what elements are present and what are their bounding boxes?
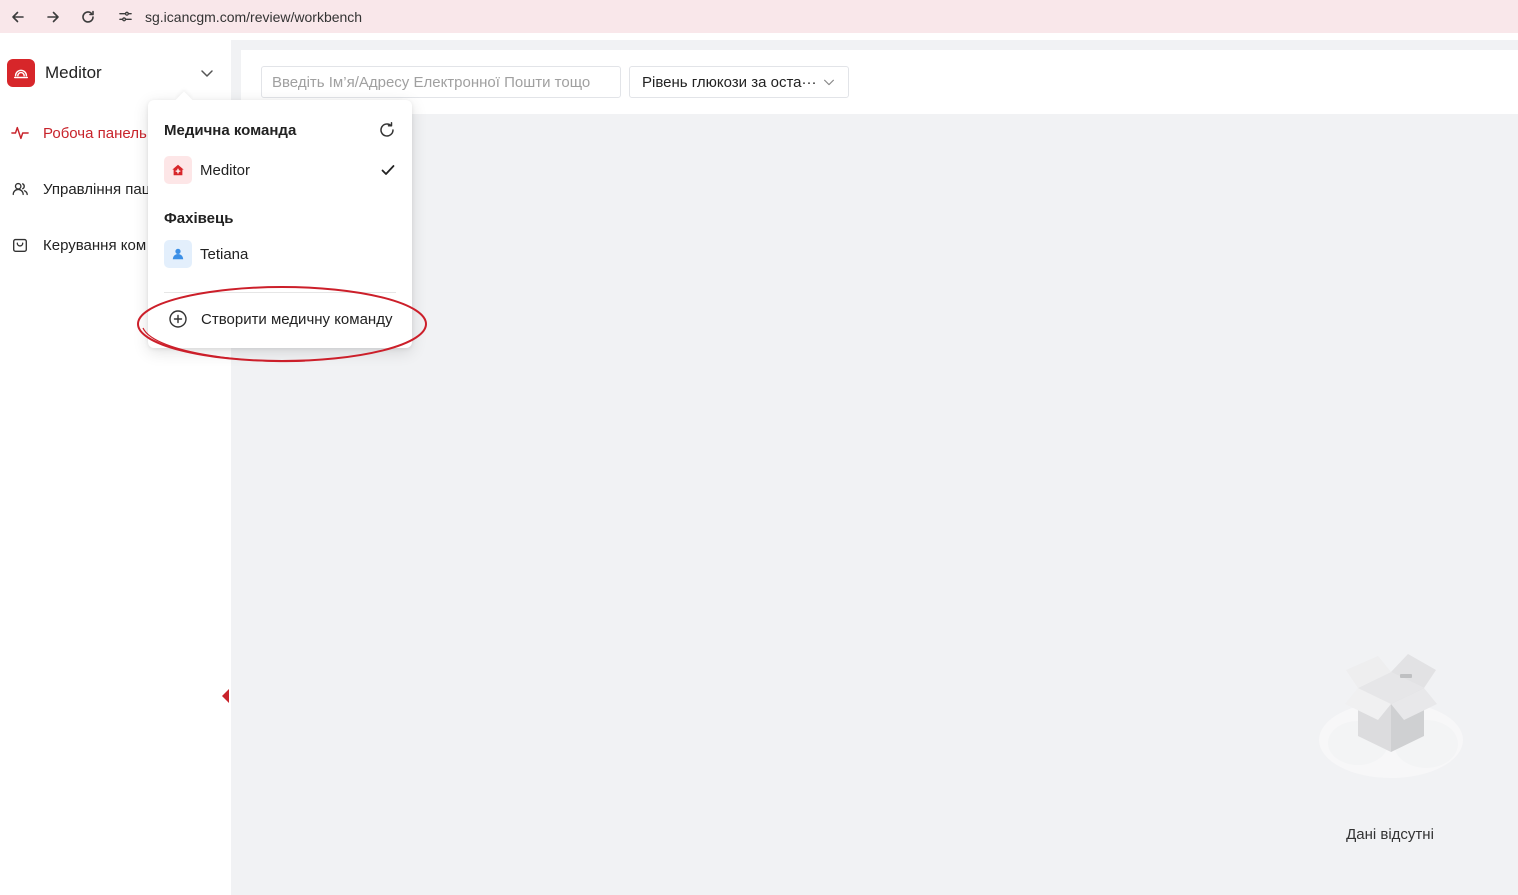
sidebar-item-label: Керування ком: [43, 236, 147, 254]
empty-box-icon: [1319, 654, 1463, 778]
browser-toolbar: sg.icancgm.com/review/workbench: [0, 0, 1518, 33]
glucose-level-select[interactable]: Рівень глюкози за оста···: [629, 66, 849, 98]
forward-button[interactable]: [35, 0, 70, 33]
address-bar[interactable]: sg.icancgm.com/review/workbench: [113, 3, 362, 31]
select-value: Рівень глюкози за оста···: [642, 73, 817, 91]
user-icon: [164, 240, 192, 268]
chevron-down-icon[interactable]: [199, 65, 215, 81]
medical-team-heading: Медична команда: [164, 122, 297, 139]
specialist-option-tetiana[interactable]: Tetiana: [164, 240, 396, 268]
users-icon: [10, 179, 30, 199]
specialist-heading: Фахівець: [164, 210, 234, 227]
pulse-icon: [10, 123, 30, 143]
check-icon: [381, 165, 395, 175]
hospital-icon: [164, 156, 192, 184]
back-button[interactable]: [0, 0, 35, 33]
filter-toolbar: Рівень глюкози за оста···: [241, 50, 1518, 114]
search-input[interactable]: [261, 66, 621, 98]
empty-state-label: Дані відсутні: [1346, 826, 1434, 843]
team-switcher[interactable]: Meditor: [7, 58, 222, 88]
specialist-option-label: Tetiana: [200, 245, 249, 263]
annotation-ellipse: [137, 286, 427, 363]
refresh-icon[interactable]: [378, 121, 396, 139]
sidebar-item-label: Управління пац: [43, 180, 151, 198]
tune-icon[interactable]: [115, 7, 135, 27]
brand-name: Meditor: [45, 63, 102, 82]
bag-icon: [10, 235, 30, 255]
reload-button[interactable]: [70, 0, 105, 33]
sidebar-item-label: Робоча панель: [43, 124, 147, 142]
reload-icon: [81, 10, 94, 23]
arrow-left-icon: [11, 11, 24, 22]
arrow-right-icon: [46, 11, 59, 22]
team-option-label: Meditor: [200, 161, 251, 179]
team-option-meditor[interactable]: Meditor: [164, 156, 396, 184]
url-text[interactable]: sg.icancgm.com/review/workbench: [145, 9, 362, 25]
brand-logo-icon: [7, 59, 35, 87]
chevron-down-icon: [824, 79, 834, 86]
sidebar-collapse-handle[interactable]: [222, 689, 229, 703]
